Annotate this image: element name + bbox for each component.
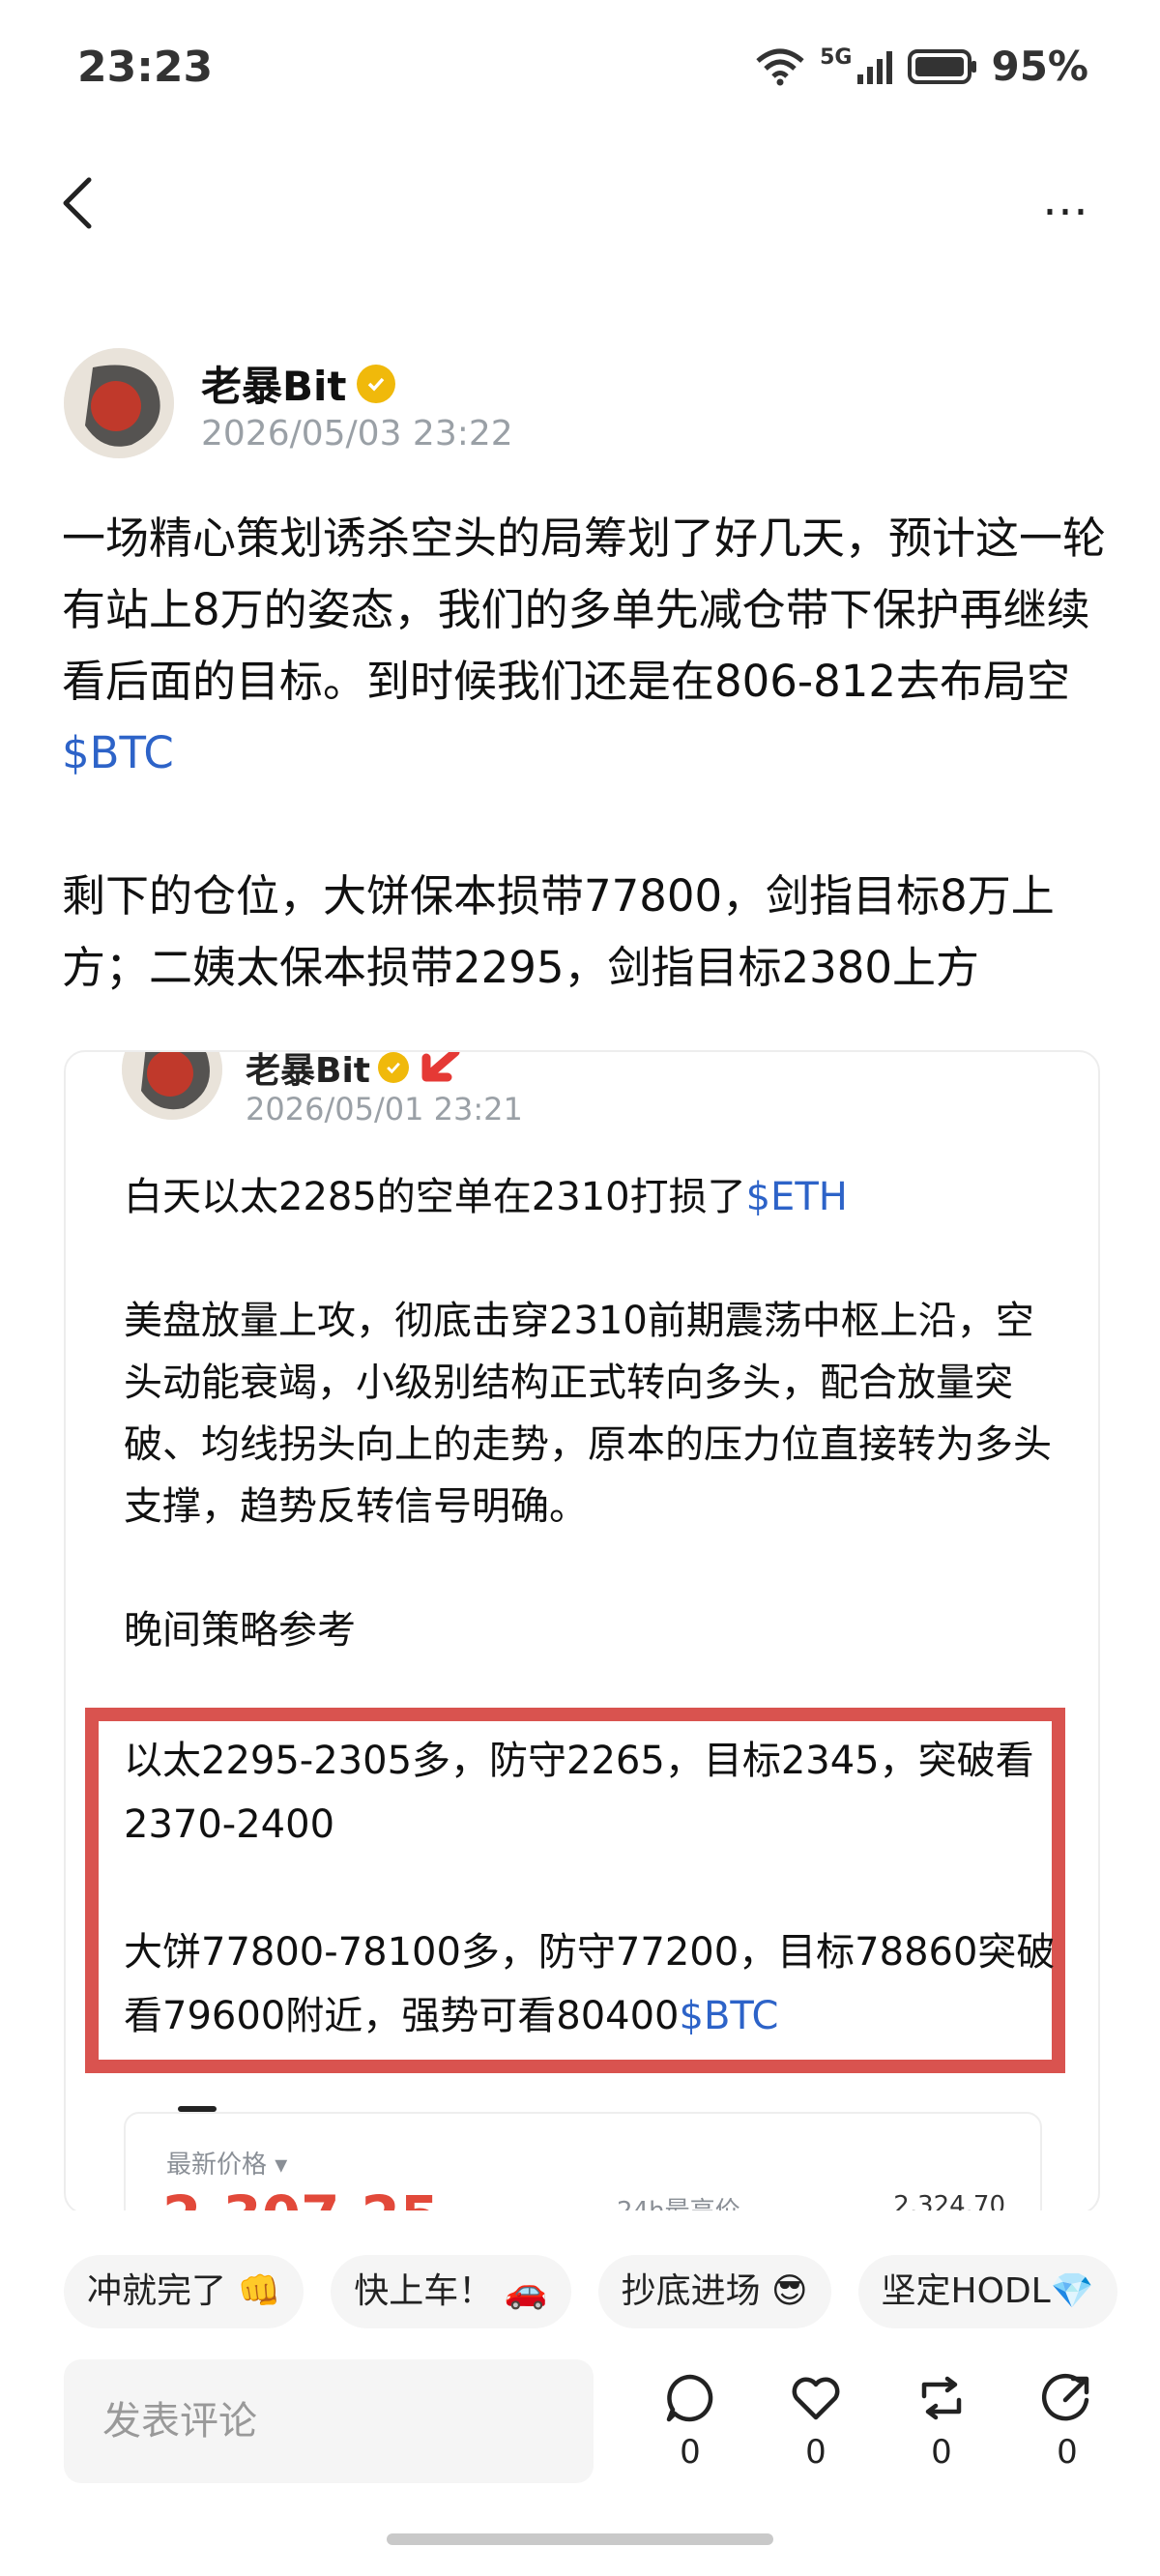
status-time: 23:23 — [77, 43, 214, 92]
status-icons: 5G 95% — [754, 43, 1088, 90]
author-name[interactable]: 老暴Bit — [201, 354, 395, 413]
more-options-button[interactable]: ⋯ — [1042, 184, 1092, 238]
quoted-author-name: 老暴Bit — [246, 1051, 475, 1093]
like-count: 0 — [805, 2433, 826, 2472]
quoted-avatar — [122, 1052, 222, 1120]
quoted-post-card[interactable]: 老暴Bit 2026/05/01 23:21 白天以太2285的空单在2310打… — [64, 1050, 1100, 2214]
quoted-author-name-text: 老暴Bit — [246, 1051, 370, 1091]
post-paragraph-1: 一场精心策划诱杀空头的局筹划了好几天，预计这一轮有站上8万的姿态，我们的多单先减… — [62, 503, 1106, 789]
repost-icon — [921, 2376, 962, 2420]
btc-plan-tag-link[interactable]: $BTC — [680, 1994, 779, 2038]
comment-input[interactable]: 发表评论 — [64, 2359, 594, 2483]
signal-icon — [857, 50, 893, 84]
eth-plan: 以太2295-2305多，防守2265，目标2345，突破看2370-2400 — [124, 1739, 1034, 1847]
heart-icon — [792, 2377, 840, 2420]
btc-plan: 大饼77800-78100多，防守77200，目标78860突破看79600附近… — [124, 1920, 1061, 2048]
share-icon — [1041, 2373, 1089, 2421]
repost-button[interactable]: 0 — [903, 2371, 980, 2472]
quoted-line-1-text: 白天以太2285的空单在2310打损了 — [124, 1175, 746, 1219]
quick-reply-chips: 冲就完了 👊 快上车！ 🚗 抄底进场 😎 坚定HODL💎 — [64, 2255, 1117, 2328]
quoted-content: 白天以太2285的空单在2310打损了$ETH 美盘放量上攻，彻底击穿2310前… — [124, 1166, 1052, 1661]
quoted-avatar-image — [122, 1052, 222, 1120]
btc-plan-text: 大饼77800-78100多，防守77200，目标78860突破看79600附近… — [124, 1930, 1056, 2038]
post-content: 一场精心策划诱杀空头的局筹划了好几天，预计这一轮有站上8万的姿态，我们的多单先减… — [62, 503, 1106, 1004]
comment-count: 0 — [680, 2433, 701, 2472]
verified-badge-icon — [356, 364, 395, 403]
btc-tag-link[interactable]: $BTC — [62, 727, 174, 778]
repost-count: 0 — [931, 2433, 952, 2472]
eth-tag-link[interactable]: $ETH — [746, 1175, 848, 1219]
author-name-text: 老暴Bit — [201, 363, 347, 410]
avatar-image — [64, 348, 174, 458]
avatar[interactable] — [64, 348, 174, 458]
share-button[interactable]: 0 — [1029, 2371, 1106, 2472]
quoted-paragraph-2: 美盘放量上攻，彻底击穿2310前期震荡中枢上沿，空头动能衰竭，小级别结构正式转向… — [124, 1299, 1052, 1529]
post-paragraph-1-text: 一场精心策划诱杀空头的局筹划了好几天，预计这一轮有站上8万的姿态，我们的多单先减… — [62, 512, 1107, 707]
quoted-verified-badge-icon — [378, 1052, 409, 1083]
chevron-left-icon — [63, 177, 92, 229]
bottom-bar: 冲就完了 👊 快上车！ 🚗 抄底进场 😎 坚定HODL💎 发表评论 0 0 0 … — [0, 2210, 1160, 2576]
battery-icon — [908, 48, 977, 84]
chip-charge[interactable]: 冲就完了 👊 — [64, 2255, 304, 2328]
quoted-timestamp: 2026/05/01 23:21 — [246, 1091, 523, 1127]
battery-level: 95% — [991, 43, 1088, 90]
quoted-paragraph-3: 晚间策略参考 — [124, 1608, 356, 1653]
back-button[interactable] — [58, 174, 116, 242]
wifi-icon — [756, 48, 804, 85]
share-count: 0 — [1057, 2433, 1078, 2472]
comment-icon — [666, 2374, 713, 2422]
chip-hodl[interactable]: 坚定HODL💎 — [857, 2255, 1117, 2328]
price-label[interactable]: 最新价格 ▾ — [166, 2145, 287, 2181]
chip-get-on[interactable]: 快上车！ 🚗 — [331, 2255, 571, 2328]
chip-buy-dip[interactable]: 抄底进场 😎 — [597, 2255, 831, 2328]
network-type: 5G — [820, 45, 853, 70]
post-timestamp: 2026/05/03 23:22 — [201, 414, 513, 454]
red-arrow-icon — [421, 1052, 460, 1082]
like-button[interactable]: 0 — [777, 2371, 855, 2472]
post-paragraph-2: 剩下的仓位，大饼保本损带77800，剑指目标8万上方；二姨太保本损带2295，剑… — [62, 870, 1055, 993]
quoted-line-1: 白天以太2285的空单在2310打损了$ETH — [124, 1166, 1052, 1228]
strategy-content: 以太2295-2305多，防守2265，目标2345，突破看2370-2400 … — [124, 1729, 1061, 2048]
home-indicator[interactable] — [387, 2533, 773, 2545]
comment-button[interactable]: 0 — [652, 2371, 729, 2472]
